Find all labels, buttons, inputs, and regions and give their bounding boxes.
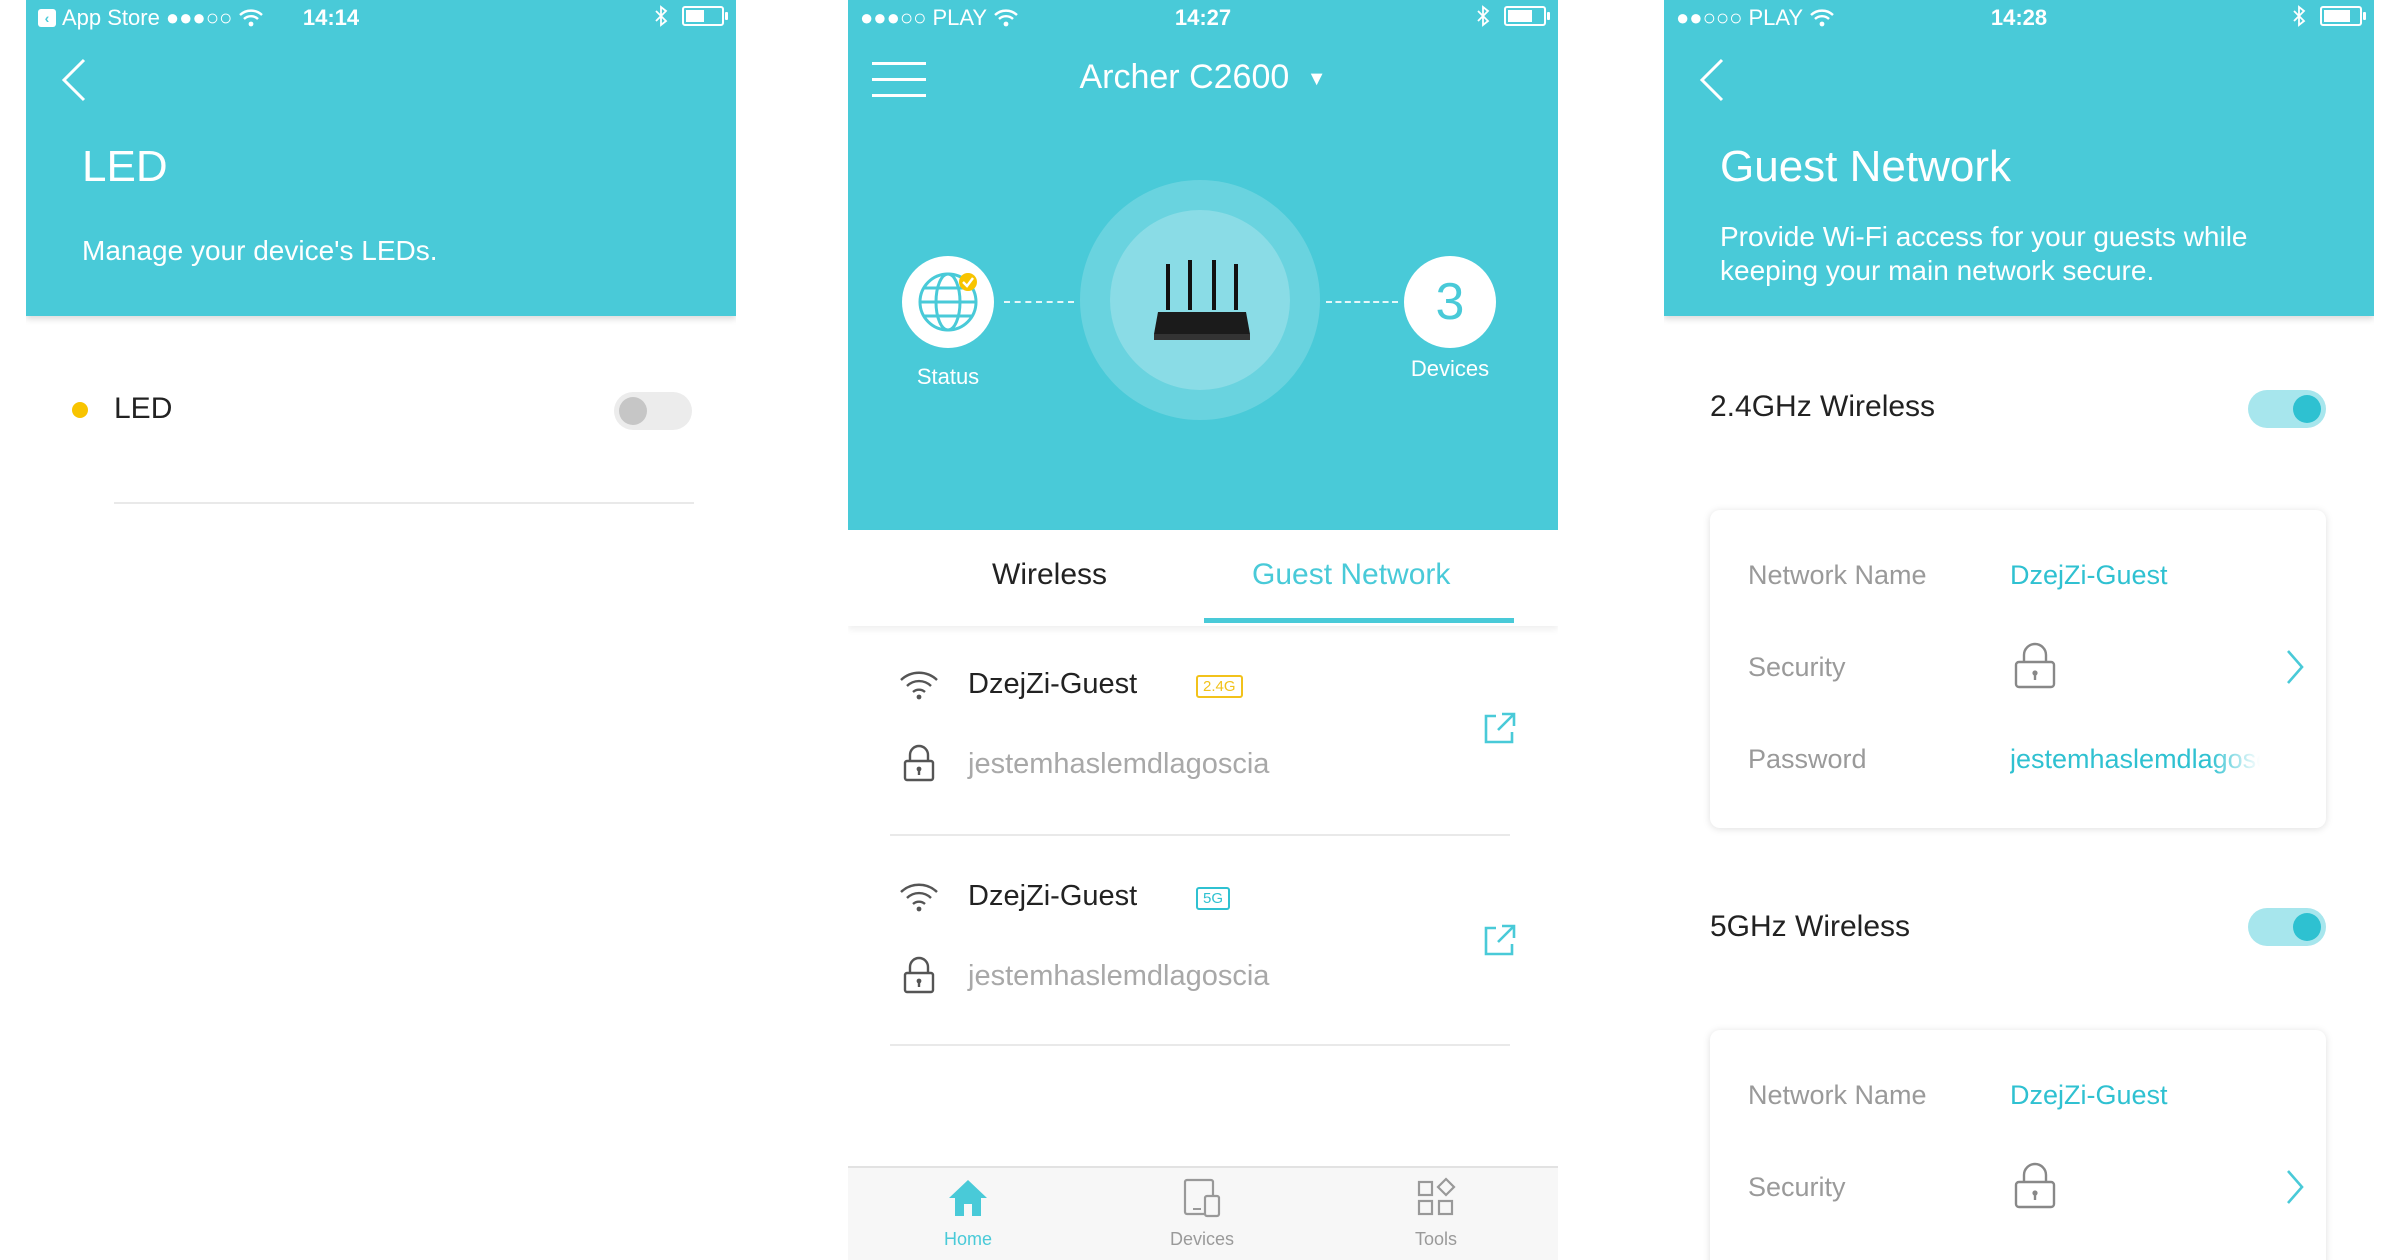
chevron-right-icon[interactable] bbox=[2284, 648, 2306, 686]
devices-icon bbox=[1183, 1178, 1221, 1218]
lock-icon bbox=[2014, 642, 2056, 689]
nav-devices[interactable]: Devices bbox=[1122, 1176, 1282, 1250]
battery-icon bbox=[682, 6, 728, 26]
lock-icon bbox=[903, 956, 935, 994]
clock: 14:14 bbox=[302, 5, 360, 30]
nav-home-label: Home bbox=[943, 1229, 992, 1249]
tools-icon bbox=[1417, 1177, 1456, 1216]
band-badge: 5G bbox=[1196, 887, 1231, 910]
chevron-right-icon[interactable] bbox=[2284, 1168, 2306, 1206]
tab-wireless[interactable]: Wireless bbox=[992, 558, 1107, 592]
network-list-item[interactable]: DzejZi-Guest 2.4G jestemhaslemdlagoscia bbox=[898, 640, 1518, 850]
nav-devices-label: Devices bbox=[1169, 1229, 1235, 1249]
back-chevron-icon[interactable] bbox=[56, 56, 90, 104]
battery-fill bbox=[1508, 10, 1532, 22]
connector-line bbox=[1326, 301, 1398, 303]
status-bar: ‹ App Store ●●●○○ 14:14 bbox=[26, 0, 736, 36]
network-name-label: Network Name bbox=[1748, 560, 1927, 590]
nav-tools[interactable]: Tools bbox=[1356, 1176, 1516, 1250]
network-name-value: DzejZi-Guest bbox=[2010, 1080, 2168, 1110]
battery-icon bbox=[1504, 6, 1550, 26]
clock: 14:27 bbox=[1174, 5, 1232, 30]
network-list-item[interactable]: DzejZi-Guest 5G jestemhaslemdlagoscia bbox=[898, 852, 1518, 1062]
share-icon[interactable] bbox=[1480, 710, 1518, 748]
status-button[interactable] bbox=[902, 256, 994, 348]
page-title: Guest Network bbox=[1720, 142, 2011, 191]
network-name-value: DzejZi-Guest bbox=[2010, 560, 2168, 590]
page-description: Manage your device's LEDs. bbox=[82, 235, 438, 266]
header: ●●○○○ PLAY 14:28 Guest Network Provide W… bbox=[1664, 0, 2374, 316]
devices-count-button[interactable]: 3 bbox=[1404, 256, 1496, 348]
network-password: jestemhaslemdlagoscia bbox=[968, 960, 1270, 992]
network-ssid: DzejZi-Guest bbox=[968, 880, 1138, 912]
band-5ghz-label: 5GHz Wireless bbox=[1710, 910, 1911, 943]
clock: 14:28 bbox=[1990, 5, 2048, 30]
status-bar: ●●○○○ PLAY 14:28 bbox=[1664, 0, 2374, 36]
divider bbox=[890, 834, 1510, 836]
band-24ghz-toggle[interactable] bbox=[2248, 390, 2326, 428]
lock-icon bbox=[903, 744, 935, 782]
wifi-icon bbox=[900, 883, 938, 912]
divider bbox=[890, 1044, 1510, 1046]
home-icon bbox=[949, 1180, 987, 1216]
security-label: Security bbox=[1748, 1172, 1846, 1202]
band-24ghz-label: 2.4GHz Wireless bbox=[1710, 390, 1936, 423]
guest-network-screen: ●●○○○ PLAY 14:28 Guest Network Provide W… bbox=[1664, 0, 2374, 1260]
password-label: Password bbox=[1748, 744, 1867, 774]
connector-line bbox=[1004, 301, 1074, 303]
led-settings-screen: ‹ App Store ●●●○○ 14:14 LED Manage your … bbox=[26, 0, 736, 1260]
globe-icon bbox=[918, 272, 978, 332]
router-selector[interactable]: Archer C2600 ▼ bbox=[848, 58, 1558, 97]
band-5ghz-toggle[interactable] bbox=[2248, 908, 2326, 946]
band-badge: 2.4G bbox=[1196, 675, 1243, 698]
router-halo[interactable] bbox=[1080, 180, 1320, 420]
divider bbox=[114, 502, 694, 504]
home-screen: ●●●○○ PLAY 14:27 Archer C2600 ▼ Status 3… bbox=[848, 0, 1558, 1260]
led-status-dot bbox=[72, 402, 88, 418]
led-toggle[interactable] bbox=[614, 392, 692, 430]
router-hero: ●●●○○ PLAY 14:27 Archer C2600 ▼ Status 3… bbox=[848, 0, 1558, 530]
tab-bar: Wireless Guest Network bbox=[848, 530, 1558, 626]
bluetooth-icon bbox=[1477, 5, 1490, 27]
battery-fill bbox=[2324, 10, 2350, 22]
battery-fill bbox=[686, 10, 704, 22]
security-label: Security bbox=[1748, 652, 1846, 682]
back-chevron-icon[interactable] bbox=[1694, 56, 1728, 104]
led-label: LED bbox=[114, 392, 173, 425]
share-icon[interactable] bbox=[1480, 922, 1518, 960]
nav-tools-label: Tools bbox=[1414, 1229, 1458, 1249]
nav-home[interactable]: Home bbox=[888, 1176, 1048, 1250]
status-bar: ●●●○○ PLAY 14:27 bbox=[848, 0, 1558, 36]
dropdown-caret-icon: ▼ bbox=[1306, 67, 1327, 90]
password-value: jestemhaslemdlagoscia bbox=[2010, 744, 2260, 774]
header: ‹ App Store ●●●○○ 14:14 LED Manage your … bbox=[26, 0, 736, 316]
bluetooth-icon bbox=[655, 5, 668, 27]
active-tab-indicator bbox=[1204, 618, 1514, 623]
router-name: Archer C2600 bbox=[1079, 58, 1290, 96]
bluetooth-icon bbox=[2293, 5, 2306, 27]
lock-icon bbox=[2014, 1162, 2056, 1209]
router-image bbox=[1154, 260, 1250, 340]
battery-icon bbox=[2320, 6, 2366, 26]
devices-label: Devices bbox=[1410, 356, 1490, 381]
band-5ghz-card[interactable]: Network Name DzejZi-Guest Security bbox=[1710, 1030, 2326, 1260]
page-title: LED bbox=[82, 142, 168, 191]
band-24ghz-card[interactable]: Network Name DzejZi-Guest Security Passw… bbox=[1710, 510, 2326, 828]
wifi-icon bbox=[900, 671, 938, 700]
page-description: Provide Wi-Fi access for your guests whi… bbox=[1720, 221, 2248, 286]
tab-guest-network[interactable]: Guest Network bbox=[1252, 558, 1450, 592]
network-name-label: Network Name bbox=[1748, 1080, 1927, 1110]
network-password: jestemhaslemdlagoscia bbox=[968, 748, 1270, 780]
network-ssid: DzejZi-Guest bbox=[968, 668, 1138, 700]
status-label: Status bbox=[916, 364, 980, 389]
bottom-nav: Home Devices Tools bbox=[848, 1166, 1558, 1260]
